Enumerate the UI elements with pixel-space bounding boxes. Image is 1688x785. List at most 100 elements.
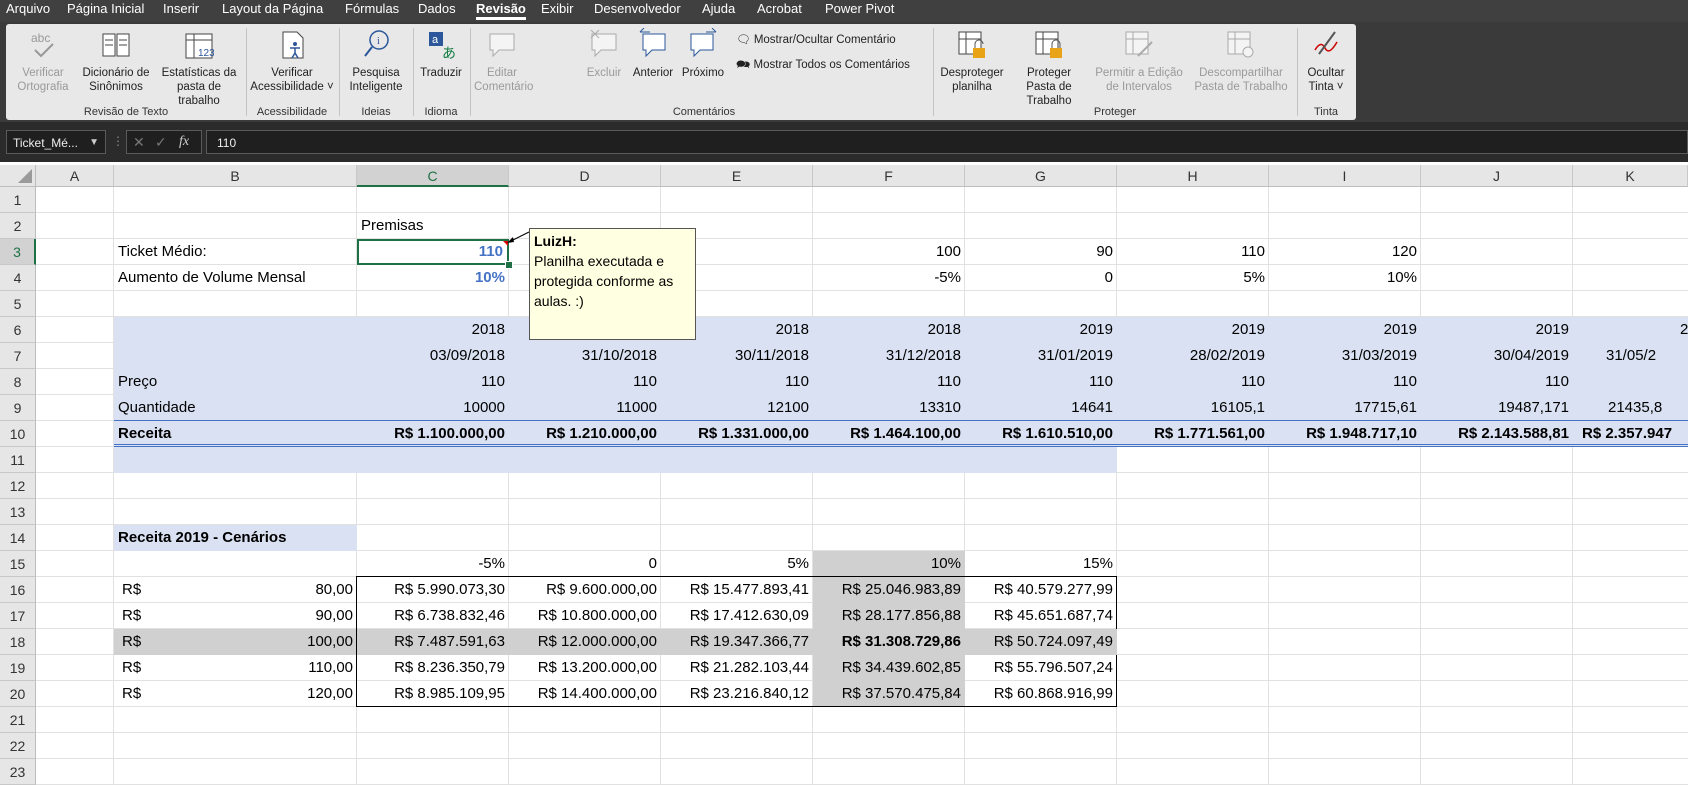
quantidade-k[interactable]: 21435,8 [1604,395,1666,421]
menu-arquivo[interactable]: Arquivo [6,0,50,22]
scenario-price[interactable]: 100,00 [114,629,357,655]
scenario-cell[interactable]: R$ 50.724.097,49 [965,629,1117,655]
estatisticas-button[interactable]: 123 Estatísticas da pasta de trabalho [156,28,242,108]
scenario-cell[interactable]: R$ 7.487.591,63 [357,629,509,655]
row-header[interactable]: 19 [0,655,36,681]
scenario-cell-selected-case[interactable]: R$ 31.308.729,86 [813,629,965,655]
quantidade-h[interactable]: 16105,1 [1117,395,1269,421]
name-box[interactable]: Ticket_Mé... ▼ [6,130,106,154]
row-header[interactable]: 3 [0,239,36,265]
menu-desenvolvedor[interactable]: Desenvolvedor [594,0,681,22]
date-g[interactable]: 31/01/2019 [965,343,1117,369]
quantidade-g[interactable]: 14641 [965,395,1117,421]
scenario-header[interactable]: 0 [509,551,661,577]
column-header-f[interactable]: F [813,165,965,187]
row-header[interactable]: 16 [0,577,36,603]
scenario-header[interactable]: 15% [965,551,1117,577]
scenario-cell[interactable]: R$ 55.796.507,24 [965,655,1117,681]
scenario-cell[interactable]: R$ 19.347.366,77 [661,629,813,655]
year-c[interactable]: 2018 [357,317,509,343]
row-header[interactable]: 10 [0,421,36,447]
column-header-b[interactable]: B [114,165,357,187]
scenario-cell[interactable]: R$ 17.412.630,09 [661,603,813,629]
year-j[interactable]: 2019 [1421,317,1573,343]
cell-f3[interactable]: 100 [813,239,965,265]
cell-h4[interactable]: 5% [1117,265,1269,291]
scenario-price[interactable]: 90,00 [114,603,357,629]
mostrar-ocultar-button[interactable]: 🗨 Mostrar/Ocultar Comentário [736,32,896,46]
proximo-button[interactable]: Próximo [679,28,727,80]
quantidade-d[interactable]: 11000 [509,395,661,421]
scenario-header[interactable]: -5% [357,551,509,577]
column-header-a[interactable]: A [36,165,114,187]
date-h[interactable]: 28/02/2019 [1117,343,1269,369]
row-header[interactable]: 21 [0,707,36,733]
scenario-cell[interactable]: R$ 13.200.000,00 [509,655,661,681]
row-header[interactable]: 23 [0,759,36,785]
desproteger-planilha-button[interactable]: Desproteger planilha [937,28,1007,94]
receita-f[interactable]: R$ 1.464.100,00 [813,421,965,447]
preco-d[interactable]: 110 [509,369,661,395]
preco-g[interactable]: 110 [965,369,1117,395]
year-k[interactable]: 2 [1676,317,1688,343]
receita-e[interactable]: R$ 1.331.000,00 [661,421,813,447]
date-i[interactable]: 31/03/2019 [1269,343,1421,369]
pesquisa-inteligente-button[interactable]: i Pesquisa Inteligente [343,28,409,94]
scenario-cell[interactable]: R$ 8.236.350,79 [357,655,509,681]
preco-h[interactable]: 110 [1117,369,1269,395]
cell-i4[interactable]: 10% [1269,265,1421,291]
preco-i[interactable]: 110 [1269,369,1421,395]
cell-f4[interactable]: -5% [813,265,965,291]
quantidade-e[interactable]: 12100 [661,395,813,421]
menu-formulas[interactable]: Fórmulas [345,0,399,22]
formula-input[interactable]: 110 [206,130,1688,154]
scenario-cell[interactable]: R$ 37.570.475,84 [813,681,965,707]
scenario-cell[interactable]: R$ 5.990.073,30 [357,577,509,603]
menu-revisao[interactable]: Revisão [476,0,526,22]
cell-g3[interactable]: 90 [965,239,1117,265]
column-header-e[interactable]: E [661,165,813,187]
year-f[interactable]: 2018 [813,317,965,343]
scenario-price[interactable]: 110,00 [114,655,357,681]
date-d[interactable]: 31/10/2018 [509,343,661,369]
scenario-price[interactable]: 80,00 [114,577,357,603]
scenario-cell[interactable]: R$ 25.046.983,89 [813,577,965,603]
column-header-i[interactable]: I [1269,165,1421,187]
column-header-k[interactable]: K [1573,165,1688,187]
row-header[interactable]: 22 [0,733,36,759]
scenario-cell[interactable]: R$ 28.177.856,88 [813,603,965,629]
excluir-button[interactable]: Excluir [584,28,624,80]
menu-inserir[interactable]: Inserir [163,0,199,22]
date-k[interactable]: 31/05/2 [1602,343,1660,369]
verificar-acessibilidade-button[interactable]: Verificar Acessibilidade ˅ [250,28,334,94]
scenario-cell[interactable]: R$ 14.400.000,00 [509,681,661,707]
cell-h3[interactable]: 110 [1117,239,1269,265]
date-c[interactable]: 03/09/2018 [357,343,509,369]
editar-comentario-button[interactable]: Editar Comentário [474,28,533,94]
scenario-cell[interactable]: R$ 9.600.000,00 [509,577,661,603]
scenario-cell[interactable]: R$ 45.651.687,74 [965,603,1117,629]
scenario-cell[interactable]: R$ 12.000.000,00 [509,629,661,655]
scenario-cell[interactable]: R$ 40.579.277,99 [965,577,1117,603]
scenario-cell[interactable]: R$ 8.985.109,95 [357,681,509,707]
receita-k[interactable]: R$ 2.357.947 [1578,421,1676,447]
quantidade-f[interactable]: 13310 [813,395,965,421]
row-header[interactable]: 6 [0,317,36,343]
row-header[interactable]: 18 [0,629,36,655]
preco-c[interactable]: 110 [357,369,509,395]
cancel-icon[interactable]: ✕ [133,131,145,153]
proteger-pasta-button[interactable]: Proteger Pasta de Trabalho [1011,28,1087,108]
menu-ajuda[interactable]: Ajuda [702,0,735,22]
menu-layout[interactable]: Layout da Página [222,0,323,22]
preco-e[interactable]: 110 [661,369,813,395]
row-header[interactable]: 14 [0,525,36,551]
menu-dados[interactable]: Dados [418,0,456,22]
column-header-h[interactable]: H [1117,165,1269,187]
descompartilhar-button[interactable]: Descompartilhar Pasta de Trabalho [1191,28,1291,94]
scenario-cell[interactable]: R$ 6.738.832,46 [357,603,509,629]
row-header[interactable]: 5 [0,291,36,317]
scenario-cell[interactable]: R$ 10.800.000,00 [509,603,661,629]
preco-j[interactable]: 110 [1421,369,1573,395]
insert-function-icon[interactable]: fx [179,131,189,153]
scenario-cell[interactable]: R$ 21.282.103,44 [661,655,813,681]
